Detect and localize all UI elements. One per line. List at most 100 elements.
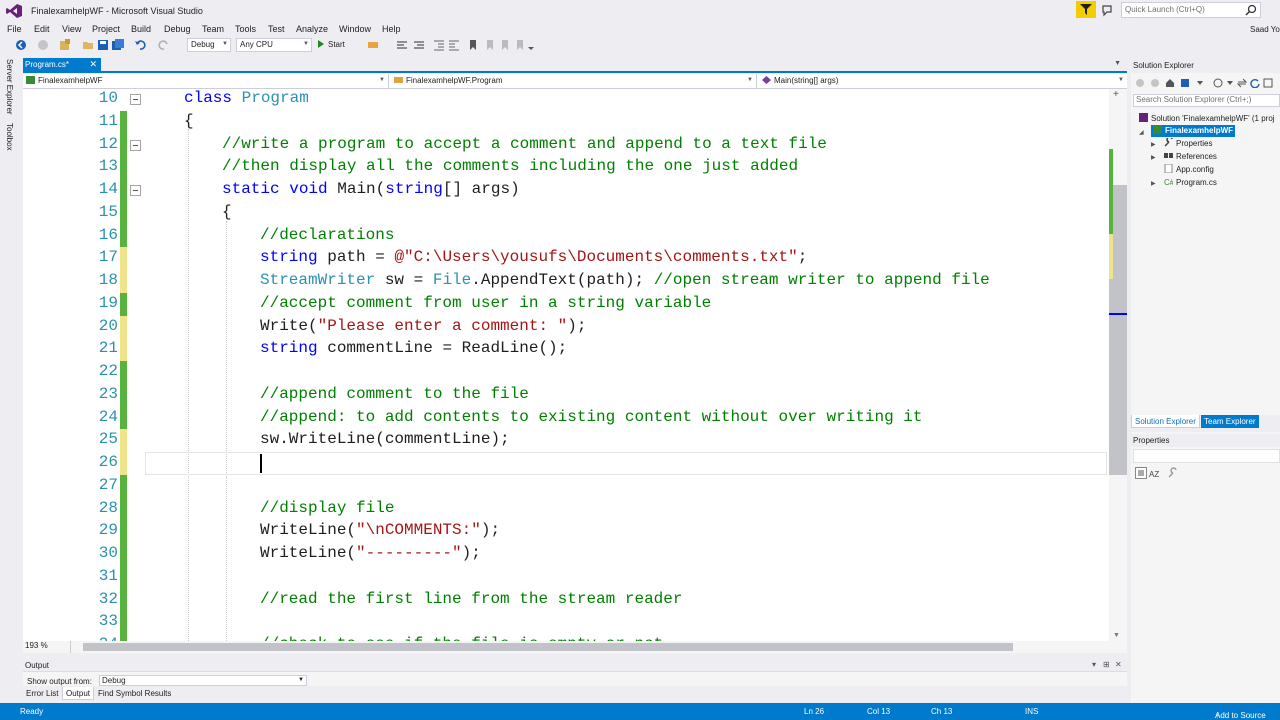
menu-help[interactable]: Help bbox=[382, 24, 401, 34]
sync-icon[interactable] bbox=[1236, 78, 1248, 88]
forward-icon[interactable] bbox=[1150, 78, 1160, 88]
code-line[interactable]: 28 //display file bbox=[23, 497, 1109, 521]
collapsed-triangle-icon[interactable]: ▶ bbox=[1151, 141, 1156, 148]
previous-bookmark-icon[interactable] bbox=[484, 39, 496, 51]
menu-team[interactable]: Team bbox=[202, 24, 224, 34]
member-nav-select[interactable]: Main(string[] args) ▼ bbox=[759, 74, 1127, 88]
notifications-flag-icon[interactable] bbox=[1076, 1, 1096, 18]
code-line[interactable]: 13 //then display all the comments includ… bbox=[23, 156, 1109, 180]
close-icon[interactable]: ✕ bbox=[1115, 660, 1122, 669]
code-line[interactable]: 26 bbox=[23, 452, 1109, 475]
menu-view[interactable]: View bbox=[62, 24, 81, 34]
navigate-back-icon[interactable] bbox=[15, 39, 27, 51]
tree-item-properties[interactable]: Properties bbox=[1164, 136, 1212, 150]
code-line[interactable]: 15 { bbox=[23, 201, 1109, 225]
zoom-level-select[interactable]: 193 % bbox=[23, 641, 71, 653]
code-line[interactable]: 12 //write a program to accept a comment … bbox=[23, 133, 1109, 157]
chevron-down-icon[interactable] bbox=[1225, 78, 1235, 88]
scroll-down-icon[interactable]: ▼ bbox=[1113, 632, 1120, 639]
code-line[interactable]: 33 bbox=[23, 611, 1109, 635]
editor-vertical-scrollbar[interactable]: + ▼ bbox=[1109, 89, 1127, 641]
solution-explorer-search-input[interactable]: Search Solution Explorer (Ctrl+;) bbox=[1133, 94, 1280, 107]
tree-item-project[interactable]: FinalexamhelpWF bbox=[1151, 125, 1236, 137]
code-line[interactable]: 21 string commentLine = ReadLine(); bbox=[23, 338, 1109, 362]
code-line[interactable]: 22 bbox=[23, 361, 1109, 384]
tree-item-references[interactable]: References bbox=[1164, 151, 1217, 163]
code-line[interactable]: 18 StreamWriter sw = File.AppendText(path… bbox=[23, 270, 1109, 293]
save-icon[interactable] bbox=[97, 39, 109, 51]
code-line[interactable]: 14 static void Main(string[] args) bbox=[23, 179, 1109, 202]
menu-project[interactable]: Project bbox=[92, 24, 120, 34]
code-line[interactable]: 29 WriteLine("\nCOMMENTS:"); bbox=[23, 520, 1109, 544]
bookmark-icon[interactable] bbox=[467, 39, 479, 51]
comment-out-icon[interactable] bbox=[396, 39, 408, 51]
save-all-icon[interactable] bbox=[112, 39, 124, 51]
code-line[interactable]: 31 bbox=[23, 565, 1109, 589]
project-nav-select[interactable]: FinalexamhelpWF ▼ bbox=[23, 74, 389, 88]
collapse-outline-icon[interactable] bbox=[130, 139, 141, 151]
tree-item-app-config[interactable]: App.config bbox=[1164, 163, 1214, 176]
categorized-icon[interactable] bbox=[1135, 467, 1147, 479]
code-line[interactable]: 25 sw.WriteLine(commentLine); bbox=[23, 429, 1109, 453]
code-line[interactable]: 11 { bbox=[23, 110, 1109, 134]
refresh-icon[interactable] bbox=[1250, 78, 1260, 89]
menu-edit[interactable]: Edit bbox=[34, 24, 50, 34]
browser-link-icon[interactable] bbox=[367, 39, 379, 51]
code-line[interactable]: 19 //accept comment from user in a string… bbox=[23, 292, 1109, 316]
collapse-outline-icon[interactable] bbox=[130, 185, 141, 196]
menu-analyze[interactable]: Analyze bbox=[296, 24, 328, 34]
feedback-icon[interactable] bbox=[1101, 3, 1115, 17]
collapse-all-icon[interactable] bbox=[1263, 78, 1273, 88]
tab-team-explorer[interactable]: Team Explorer bbox=[1201, 415, 1259, 428]
tab-output[interactable]: Output bbox=[62, 687, 95, 700]
chevron-down-icon[interactable]: ▼ bbox=[1114, 60, 1121, 67]
code-line[interactable]: 30 WriteLine("---------"); bbox=[23, 543, 1109, 566]
collapse-outline-icon[interactable] bbox=[130, 94, 141, 105]
next-bookmark-icon[interactable] bbox=[499, 39, 511, 51]
code-line[interactable]: 34//check to see if the file is empty or… bbox=[23, 634, 1109, 641]
properties-object-select[interactable] bbox=[1133, 449, 1280, 463]
menu-tools[interactable]: Tools bbox=[235, 24, 256, 34]
menu-build[interactable]: Build bbox=[131, 24, 151, 34]
code-line[interactable]: 24 //append: to add contents to existing … bbox=[23, 406, 1109, 430]
code-line[interactable]: 16 //declarations bbox=[23, 224, 1109, 248]
solution-configuration-select[interactable]: Debug ▼ bbox=[187, 38, 231, 52]
redo-icon[interactable] bbox=[158, 39, 170, 51]
close-icon[interactable]: ✕ bbox=[89, 59, 97, 70]
collapsed-triangle-icon[interactable]: ▶ bbox=[1151, 154, 1156, 161]
menu-debug[interactable]: Debug bbox=[164, 24, 191, 34]
solution-platform-select[interactable]: Any CPU ▼ bbox=[236, 38, 312, 52]
expanded-triangle-icon[interactable]: ◢ bbox=[1139, 129, 1144, 136]
tab-solution-explorer[interactable]: Solution Explorer bbox=[1131, 415, 1200, 428]
tab-find-symbol-results[interactable]: Find Symbol Results bbox=[95, 687, 174, 700]
increase-indent-icon[interactable] bbox=[448, 39, 460, 51]
horizontal-scrollbar-thumb[interactable] bbox=[83, 643, 1013, 651]
output-source-select[interactable]: Debug ▼ bbox=[99, 675, 307, 686]
menu-file[interactable]: File bbox=[7, 24, 22, 34]
code-line[interactable]: 17 string path = @"C:\Users\yousufs\Docum… bbox=[23, 247, 1109, 271]
code-line[interactable]: 10 class Program bbox=[23, 89, 1109, 111]
toolbar-overflow-icon[interactable] bbox=[527, 39, 539, 51]
pin-icon[interactable]: ⊞ bbox=[1103, 660, 1110, 669]
chevron-down-icon[interactable]: ▾ bbox=[1092, 660, 1096, 669]
code-line[interactable]: 32 //read the first line from the stream … bbox=[23, 588, 1109, 612]
collapsed-triangle-icon[interactable]: ▶ bbox=[1151, 180, 1156, 187]
pending-changes-filter-icon[interactable] bbox=[1213, 78, 1223, 88]
server-explorer-tab[interactable]: Server Explorer bbox=[5, 59, 14, 115]
new-project-icon[interactable] bbox=[59, 39, 71, 51]
tree-item-solution[interactable]: Solution 'FinalexamhelpWF' (1 proj bbox=[1139, 113, 1275, 125]
home-icon[interactable] bbox=[1165, 78, 1175, 88]
menu-window[interactable]: Window bbox=[339, 24, 371, 34]
menu-test[interactable]: Test bbox=[268, 24, 285, 34]
clear-bookmarks-icon[interactable] bbox=[514, 39, 526, 51]
class-nav-select[interactable]: FinalexamhelpWF.Program ▼ bbox=[391, 74, 757, 88]
property-pages-icon[interactable] bbox=[1167, 467, 1179, 479]
undo-icon[interactable] bbox=[134, 39, 146, 51]
uncomment-icon[interactable] bbox=[413, 39, 425, 51]
user-account-name[interactable]: Saad Yo bbox=[1250, 25, 1280, 34]
quick-launch-input[interactable]: Quick Launch (Ctrl+Q) bbox=[1121, 2, 1261, 18]
toolbox-tab[interactable]: Toolbox bbox=[5, 123, 14, 151]
split-window-icon[interactable]: + bbox=[1113, 89, 1119, 100]
open-file-icon[interactable] bbox=[82, 39, 94, 51]
search-icon[interactable] bbox=[1245, 4, 1257, 16]
